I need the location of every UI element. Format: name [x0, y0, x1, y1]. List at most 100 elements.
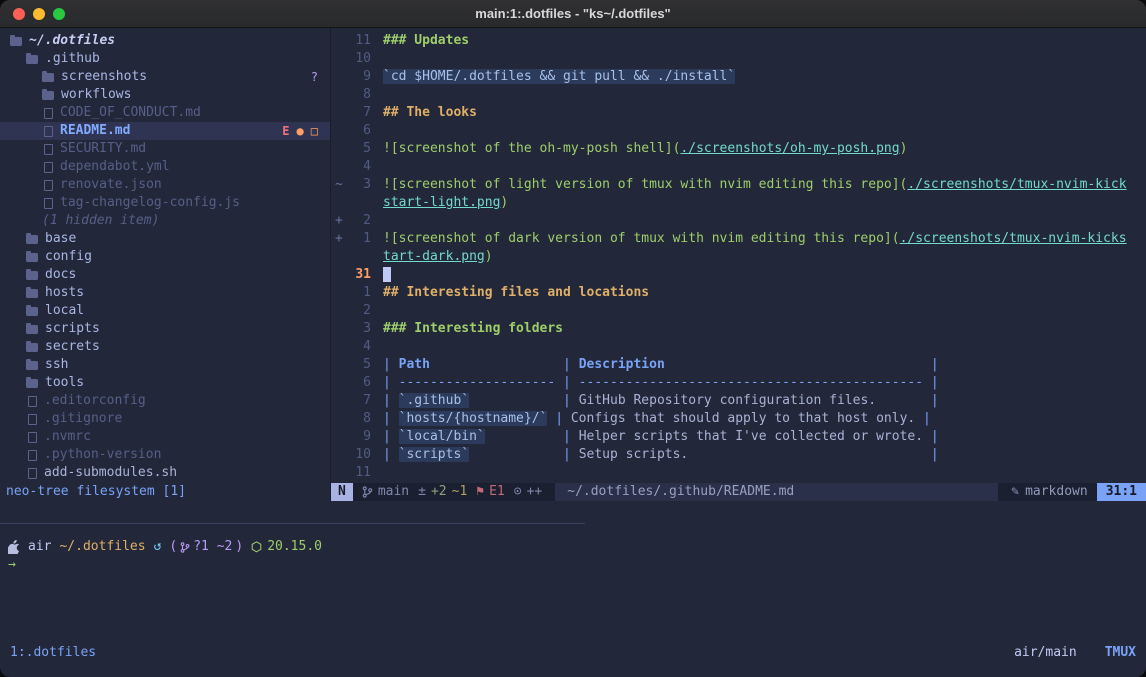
titlebar[interactable]: main:1:.dotfiles - "ks~/.dotfiles": [0, 0, 1146, 28]
file-icon: [44, 144, 53, 155]
tree-item-readme-md[interactable]: README.md E●□: [0, 122, 330, 140]
text-segment: | -------------------- | ---------------…: [383, 375, 939, 390]
gutter-sign: [331, 86, 345, 104]
text-segment: |: [555, 357, 578, 372]
text-segment: ## Interesting files and locations: [383, 285, 649, 300]
tree-item-editorconfig[interactable]: .editorconfig: [0, 392, 330, 410]
tree-item-base[interactable]: base: [0, 230, 330, 248]
tree-item-scripts[interactable]: scripts: [0, 320, 330, 338]
editor-line[interactable]: 7## The looks: [331, 104, 1146, 122]
gutter-sign: +: [331, 230, 345, 248]
minimize-button[interactable]: [33, 8, 45, 20]
nvim-pane: ~/.dotfiles.githubscreenshots?workflowsC…: [0, 28, 1146, 501]
gutter-sign: [331, 410, 345, 428]
tree-item-dotfiles[interactable]: ~/.dotfiles: [0, 32, 330, 50]
tmux-session-name: air/main: [1014, 644, 1077, 662]
tree-item-gitignore[interactable]: .gitignore: [0, 410, 330, 428]
tree-item-label: hosts: [45, 284, 84, 302]
editor-line[interactable]: 6| -------------------- | --------------…: [331, 374, 1146, 392]
file-icon: [28, 432, 37, 443]
tree-item-renovate-json[interactable]: renovate.json: [0, 176, 330, 194]
tree-item-tools[interactable]: tools: [0, 374, 330, 392]
tree-item-label: .python-version: [44, 446, 161, 464]
tree-item-local[interactable]: local: [0, 302, 330, 320]
line-text: start-light.png): [371, 194, 1146, 212]
folder-icon: [26, 361, 38, 370]
shell-pane[interactable]: air ~/.dotfiles ↺ ( ?1 ~2 ) 20.15.0 →: [0, 501, 1146, 643]
tree-item-github[interactable]: .github: [0, 50, 330, 68]
editor-line[interactable]: ~3![screenshot of light version of tmux …: [331, 176, 1146, 194]
editor-line[interactable]: 11: [331, 464, 1146, 482]
tree-item-label: screenshots: [61, 68, 147, 86]
filetype-segment: ✎ markdown: [1011, 483, 1087, 501]
line-number: 11: [345, 32, 371, 50]
tree-item-security-md[interactable]: SECURITY.md: [0, 140, 330, 158]
editor-line[interactable]: 31: [331, 266, 1146, 284]
folder-icon: [42, 91, 54, 100]
tree-item-secrets[interactable]: secrets: [0, 338, 330, 356]
editor-line[interactable]: 11### Updates: [331, 32, 1146, 50]
editor-buffer[interactable]: 11### Updates109`cd $HOME/.dotfiles && g…: [331, 28, 1146, 483]
editor-line[interactable]: 9| `local/bin` | Helper scripts that I'v…: [331, 428, 1146, 446]
bottom-padding: [0, 663, 1146, 677]
tree-item-screenshots[interactable]: screenshots?: [0, 68, 330, 86]
line-number: 2: [345, 212, 371, 230]
tree-item-workflows[interactable]: workflows: [0, 86, 330, 104]
tree-item-hosts[interactable]: hosts: [0, 284, 330, 302]
cursor-position: 31:1: [1097, 483, 1146, 501]
tree-item-dependabot-yml[interactable]: dependabot.yml: [0, 158, 330, 176]
editor-line[interactable]: 7| `.github` | GitHub Repository configu…: [331, 392, 1146, 410]
line-text: | `scripts` | Setup scripts. |: [371, 446, 1146, 464]
editor-pane[interactable]: 11### Updates109`cd $HOME/.dotfiles && g…: [331, 28, 1146, 501]
editor-line[interactable]: 10| `scripts` | Setup scripts. |: [331, 446, 1146, 464]
editor-line[interactable]: 8| `hosts/{hostname}/` | Configs that sh…: [331, 410, 1146, 428]
gutter-sign: [331, 320, 345, 338]
editor-line[interactable]: 9`cd $HOME/.dotfiles && git pull && ./in…: [331, 68, 1146, 86]
gutter-sign: [331, 428, 345, 446]
editor-line[interactable]: 1## Interesting files and locations: [331, 284, 1146, 302]
line-number: 4: [345, 158, 371, 176]
tree-item-add-submodules-sh[interactable]: add-submodules.sh: [0, 464, 330, 482]
tree-item-nvmrc[interactable]: .nvmrc: [0, 428, 330, 446]
editor-line[interactable]: +2: [331, 212, 1146, 230]
tree-item-label: scripts: [45, 320, 100, 338]
editor-line[interactable]: 5![screenshot of the oh-my-posh shell](.…: [331, 140, 1146, 158]
text-segment: |: [923, 357, 939, 372]
editor-line[interactable]: 4: [331, 338, 1146, 356]
editor-line[interactable]: +1![screenshot of dark version of tmux w…: [331, 230, 1146, 248]
tree-item-code-of-conduct-md[interactable]: CODE_OF_CONDUCT.md: [0, 104, 330, 122]
close-button[interactable]: [13, 8, 25, 20]
gutter-sign: [331, 158, 345, 176]
text-segment: |: [923, 429, 939, 444]
text-segment: |: [555, 447, 578, 462]
editor-wrap-line[interactable]: tart-dark.png): [331, 248, 1146, 266]
text-segment: |: [923, 393, 939, 408]
tree-item-ssh[interactable]: ssh: [0, 356, 330, 374]
file-icon: [44, 126, 53, 137]
editor-line[interactable]: 10: [331, 50, 1146, 68]
zoom-button[interactable]: [53, 8, 65, 20]
line-number: 2: [345, 302, 371, 320]
tree-item-label: README.md: [60, 122, 130, 140]
prompt-cwd: ~/.dotfiles: [59, 538, 145, 556]
git-status-badges: E●□: [282, 122, 330, 140]
tree-item-python-version[interactable]: .python-version: [0, 446, 330, 464]
editor-line[interactable]: 4: [331, 158, 1146, 176]
tree-item-docs[interactable]: docs: [0, 266, 330, 284]
editor-line[interactable]: 3### Interesting folders: [331, 320, 1146, 338]
gutter-sign: [331, 248, 345, 266]
tree-item-config[interactable]: config: [0, 248, 330, 266]
tree-item-tag-changelog-config-js[interactable]: tag-changelog-config.js: [0, 194, 330, 212]
line-number: 9: [345, 428, 371, 446]
editor-line[interactable]: 5| Path | Description |: [331, 356, 1146, 374]
text-segment: |: [383, 393, 399, 408]
file-icon: [28, 450, 37, 461]
tree-item-1-hidden-item: (1 hidden item): [0, 212, 330, 230]
editor-wrap-line[interactable]: start-light.png): [331, 194, 1146, 212]
markdown-icon: ✎: [1011, 483, 1019, 501]
editor-line[interactable]: 8: [331, 86, 1146, 104]
editor-line[interactable]: 6: [331, 122, 1146, 140]
editor-line[interactable]: 2: [331, 302, 1146, 320]
tmux-window-name[interactable]: 1:.dotfiles: [10, 644, 96, 662]
text-segment: ./screenshots/oh-my-posh.png: [680, 141, 899, 156]
